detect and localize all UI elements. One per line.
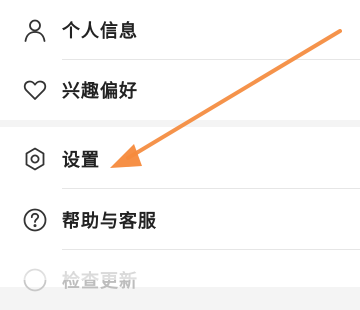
menu-item-label: 兴趣偏好 <box>62 81 138 102</box>
menu-item-personal-info[interactable]: 个人信息 <box>0 0 360 60</box>
gear-icon <box>22 146 48 172</box>
menu-item-label: 帮助与客服 <box>62 211 157 232</box>
person-icon <box>22 17 48 43</box>
menu-item-help-support[interactable]: 帮助与客服 <box>0 190 360 250</box>
menu-item-label: 检查更新 <box>62 271 138 292</box>
heart-icon <box>22 77 48 103</box>
menu-item-interest-preferences[interactable]: 兴趣偏好 <box>0 60 360 120</box>
divider <box>62 188 360 189</box>
menu-item-label: 设置 <box>62 150 100 171</box>
menu-item-label: 个人信息 <box>62 21 138 42</box>
menu-item-settings[interactable]: 设置 <box>0 129 360 189</box>
menu-item-check-update[interactable]: 检查更新 <box>0 250 360 310</box>
help-circle-icon <box>22 207 48 233</box>
update-icon <box>22 267 48 293</box>
